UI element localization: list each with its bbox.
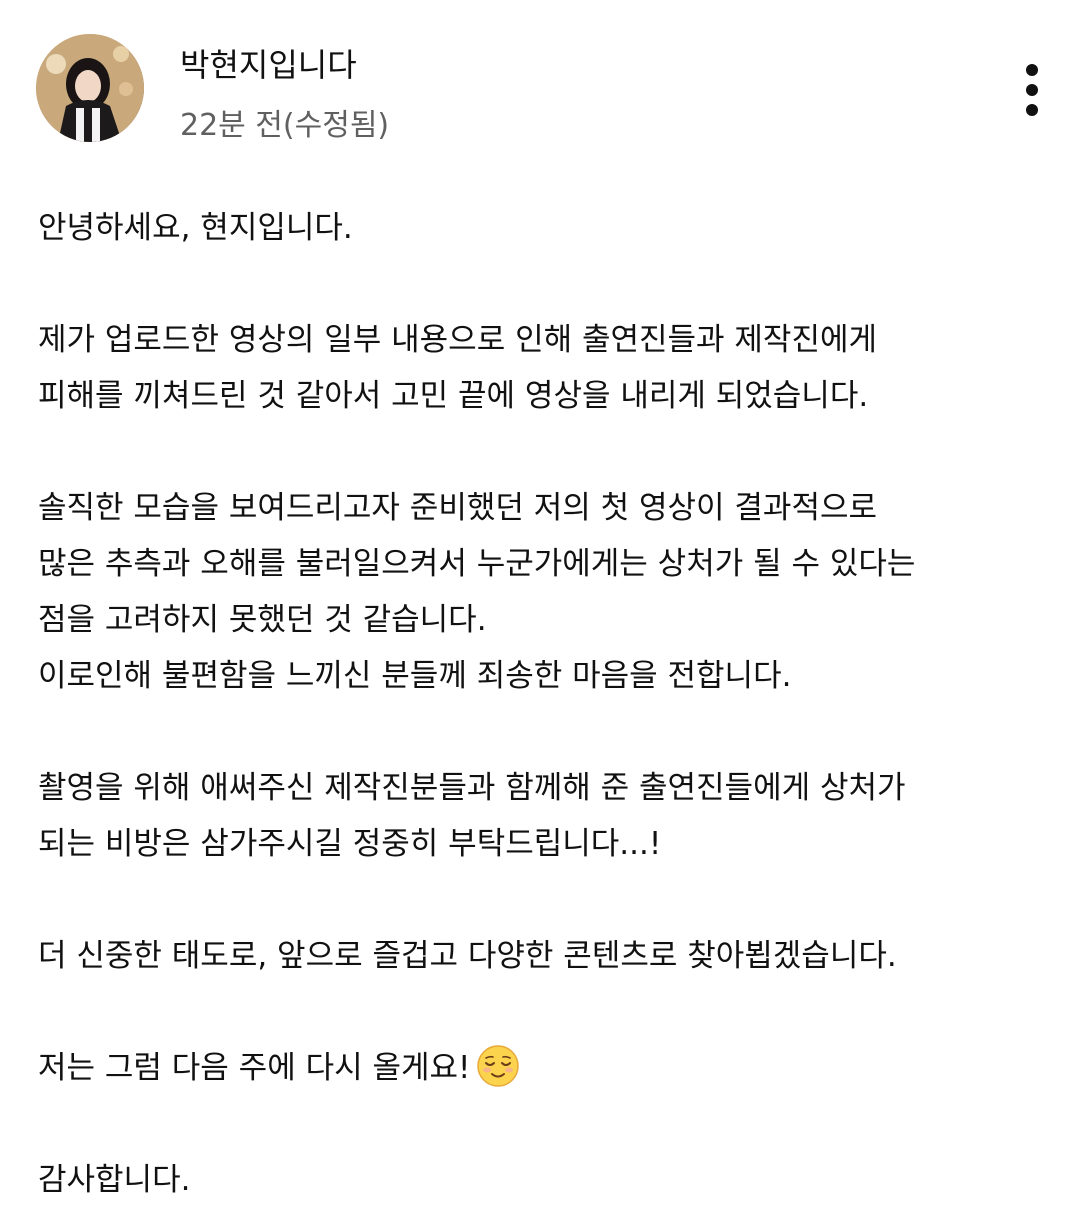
post-text-line: 감사합니다. [38,1162,191,1198]
more-dot [1026,84,1038,96]
post-text-line: 더 신중한 태도로, 앞으로 즐겁고 다양한 콘텐츠로 찾아뵙겠습니다. [38,938,897,974]
author-name[interactable]: 박현지입니다 [180,40,357,86]
post-header: 박현지입니다 22분 전(수정됨) [0,0,1080,160]
post-timestamp: 22분 전(수정됨) [180,108,390,143]
post-text-line: 안녕하세요, 현지입니다. [38,210,353,246]
post-text-line: 저는 그럼 다음 주에 다시 올게요! [38,1040,1048,1096]
post-text-line: 제가 업로드한 영상의 일부 내용으로 인해 출연진들과 제작진에게 [38,322,878,358]
relieved-face-icon [477,1045,520,1087]
post-text-line: 이로인해 불편함을 느끼신 분들께 죄송한 마음을 전합니다. [38,658,792,694]
more-dot [1026,104,1038,116]
more-vertical-icon[interactable] [1008,60,1056,118]
post-text: 저는 그럼 다음 주에 다시 올게요! [38,1050,471,1086]
more-dot [1026,64,1038,76]
post-text-line: 촬영을 위해 애써주신 제작진분들과 함께해 준 출연진들에게 상처가 [38,770,906,806]
avatar[interactable] [36,34,144,142]
post-text-line: 피해를 끼쳐드린 것 같아서 고민 끝에 영상을 내리게 되었습니다. [38,378,869,414]
post-text-line: 솔직한 모습을 보여드리고자 준비했던 저의 첫 영상이 결과적으로 [38,490,878,526]
post-text-line: 점을 고려하지 못했던 것 같습니다. [38,602,487,638]
post-text-line: 되는 비방은 삼가주시길 정중히 부탁드립니다...! [38,826,662,862]
avatar-image [36,34,144,142]
post-text-line: 많은 추측과 오해를 불러일으켜서 누군가에게는 상처가 될 수 있다는 [38,546,916,582]
post-body: 안녕하세요, 현지입니다. 제가 업로드한 영상의 일부 내용으로 인해 출연진… [38,200,1048,1208]
